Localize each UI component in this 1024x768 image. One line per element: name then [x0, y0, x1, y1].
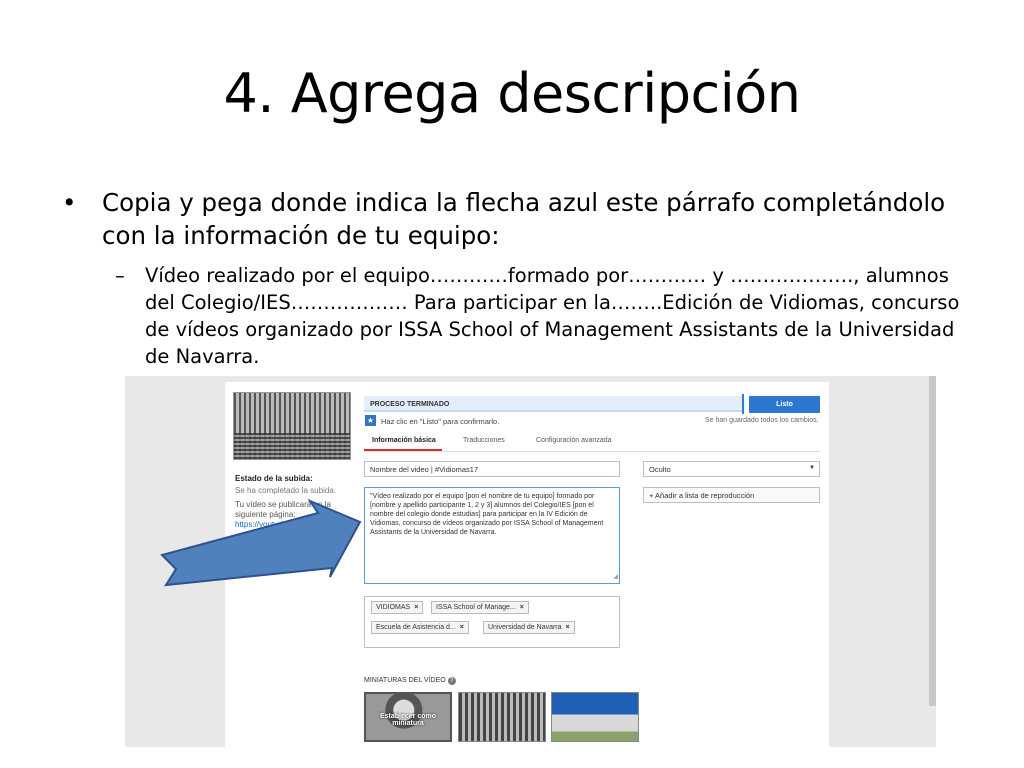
tag-label: Escuela de Asistencia d...: [376, 624, 456, 631]
video-title-input[interactable]: Nombre del video | #Vidiomas17: [364, 461, 620, 477]
close-icon[interactable]: ×: [566, 624, 570, 631]
saved-status: Se han guardado todos los cambios.: [705, 417, 819, 424]
set-thumbnail-label: Establecer como miniatura: [379, 713, 437, 727]
add-playlist-button[interactable]: + Añadir a lista de reproducción: [643, 487, 820, 503]
tag-chip[interactable]: Universidad de Navarra ×: [483, 621, 575, 634]
bullet-main-text: Copia y pega donde indica la flecha azul…: [102, 188, 946, 250]
tag-chip[interactable]: VIDIOMAS ×: [371, 601, 424, 614]
tag-chip[interactable]: ISSA School of Manage... ×: [431, 601, 529, 614]
thumbnail-option-3[interactable]: [551, 692, 639, 742]
tab-bar: Información básica Traducciones Configur…: [364, 434, 820, 452]
chevron-down-icon: ▼: [809, 465, 815, 471]
slide-title: 4. Agrega descripción: [223, 62, 801, 125]
star-icon: ★: [365, 415, 376, 426]
tab-advanced-settings[interactable]: Configuración avanzada: [536, 437, 612, 444]
close-icon[interactable]: ×: [460, 624, 464, 631]
thumbnail-option-2[interactable]: [458, 692, 546, 742]
thumbnails-label: MINIATURAS DEL VÍDEO?: [364, 677, 456, 685]
visibility-value: Oculto: [649, 465, 671, 474]
scrollbar[interactable]: [929, 376, 936, 706]
description-textarea[interactable]: "Vídeo realizado por el equipo [pon el n…: [364, 487, 620, 584]
tag-label: VIDIOMAS: [376, 604, 411, 611]
thumbnail-option-1[interactable]: Establecer como miniatura: [364, 692, 452, 742]
thumbnails-label-text: MINIATURAS DEL VÍDEO: [364, 677, 446, 684]
tag-label: ISSA School of Manage...: [436, 604, 516, 611]
close-icon[interactable]: ×: [414, 604, 418, 611]
tag-label: Universidad de Navarra: [488, 624, 562, 631]
active-tab-indicator: [364, 449, 442, 451]
description-text: "Vídeo realizado por el equipo [pon el n…: [370, 493, 604, 536]
done-button[interactable]: Listo: [749, 396, 820, 413]
resize-handle-icon[interactable]: ◢: [613, 573, 618, 582]
upload-status-heading: Estado de la subida:: [235, 474, 313, 483]
arrow-shape: [160, 498, 362, 587]
process-divider: [742, 394, 744, 414]
bullet-dot: •: [62, 188, 77, 217]
tab-translations[interactable]: Traducciones: [463, 437, 505, 444]
tags-input[interactable]: VIDIOMAS × ISSA School of Manage... × Escu…: [364, 596, 620, 648]
tab-basic-info[interactable]: Información básica: [372, 437, 436, 444]
tag-chip[interactable]: Escuela de Asistencia d... ×: [371, 621, 469, 634]
close-icon[interactable]: ×: [520, 604, 524, 611]
blue-arrow-icon: [160, 498, 362, 587]
bullet-dash: –: [115, 264, 125, 287]
bullet-sub-text: Vídeo realizado por el equipo…………formado…: [145, 264, 960, 368]
confirm-text: Haz clic en "Listo" para confirmarlo.: [381, 417, 500, 426]
upload-completed-text: Se ha completado la subida.: [235, 486, 336, 495]
visibility-select[interactable]: Oculto ▼: [643, 461, 820, 477]
help-icon[interactable]: ?: [447, 677, 456, 685]
video-preview: [233, 392, 351, 460]
process-status-bar: PROCESO TERMINADO: [364, 396, 742, 412]
